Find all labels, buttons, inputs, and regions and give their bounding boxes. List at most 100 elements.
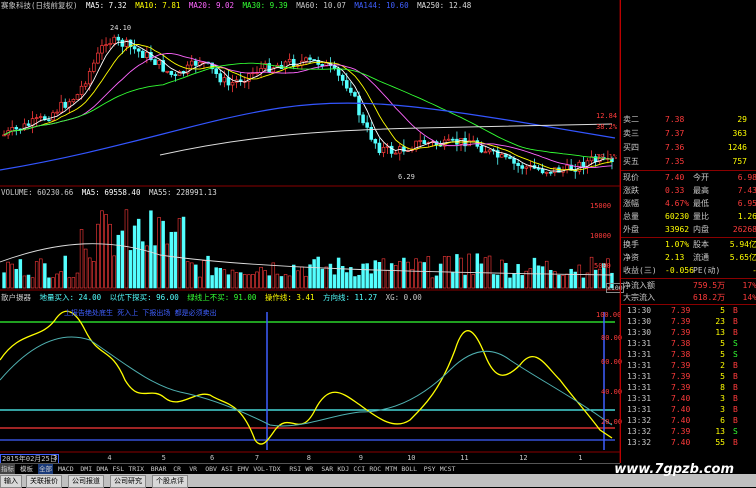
formula-tab[interactable]: MACD: [57, 464, 75, 474]
quote-stat-row: 涨跌 0.33 最高 7.43: [621, 185, 756, 196]
quote-ask-volume: 363: [732, 129, 747, 138]
formula-tab[interactable]: ROC: [368, 464, 382, 474]
volume-bar: [438, 263, 443, 289]
formula-tab[interactable]: WR: [304, 464, 314, 474]
volume-bar: [332, 274, 337, 289]
formula-tab[interactable]: DMA: [95, 464, 109, 474]
formula-tab[interactable]: PSY: [423, 464, 437, 474]
indicator-axis-80: 80.00: [601, 334, 623, 342]
volume-bar: [455, 254, 459, 289]
month-label: 10: [407, 454, 416, 462]
volume-bar: [157, 217, 161, 289]
bottom-tab[interactable]: 公司报道: [68, 475, 104, 488]
quote-separator: [621, 237, 756, 238]
formula-tab[interactable]: MCST: [439, 464, 457, 474]
bottom-tab[interactable]: 关联报价: [26, 475, 62, 488]
candle-body: [451, 138, 455, 141]
formula-tab[interactable]: SAR: [320, 464, 334, 474]
main-chart[interactable]: [0, 0, 620, 487]
volume-bar: [238, 272, 243, 289]
indicator-param-b: 以优下探买: 96.00: [109, 293, 179, 302]
formula-tab[interactable]: 指标: [0, 464, 15, 474]
volume-bar: [349, 267, 353, 289]
quote-ask-row: 卖三 7.37 363: [621, 128, 756, 139]
bottom-tab[interactable]: 个股点评: [152, 475, 188, 488]
formula-tab[interactable]: 模板: [19, 464, 34, 474]
tick-side: S: [733, 427, 738, 436]
volume-bar: [267, 275, 271, 289]
volume-bar: [112, 255, 116, 289]
formula-tab[interactable]: TRIX: [127, 464, 145, 474]
volume-bar: [589, 256, 594, 289]
month-label: 3: [53, 454, 58, 462]
volume-bar: [283, 274, 288, 289]
volume-bar: [189, 262, 194, 289]
formula-tab[interactable]: ASI: [220, 464, 234, 474]
candle-body: [344, 80, 349, 89]
tick-side: B: [733, 383, 738, 392]
volume-bar: [128, 250, 133, 289]
formula-tab[interactable]: DMI: [79, 464, 93, 474]
volume-bar: [361, 263, 365, 289]
volume-bar: [467, 253, 471, 289]
volume-bar: [6, 261, 10, 289]
formula-tab[interactable]: BOLL: [400, 464, 418, 474]
volume-bar: [218, 268, 223, 289]
volume-bar: [544, 260, 549, 289]
volume-bar: [259, 266, 263, 289]
volume-bar: [226, 274, 231, 289]
candle-body: [361, 114, 365, 124]
formula-tab[interactable]: BRAR: [150, 464, 168, 474]
quote-stat-label: 涨跌: [623, 186, 639, 195]
price-header: 赛象科技(日线前复权) MA5: 7.32 MA10: 7.81 MA20: 9…: [1, 1, 475, 11]
quote-flow-pct: 14%: [742, 293, 756, 302]
candle-body: [189, 60, 194, 66]
volume-bar: [67, 277, 72, 289]
formula-tab[interactable]: EMV: [236, 464, 250, 474]
candle-body: [483, 151, 488, 154]
quote-fund-label2: PE(动): [693, 266, 721, 275]
candle-body: [487, 149, 492, 153]
volume-bar: [304, 275, 308, 289]
indicator-param-d: 操作线: 3.41: [264, 293, 315, 302]
month-label: 6: [210, 454, 215, 462]
candle-body: [218, 73, 223, 83]
candle-body: [226, 77, 231, 86]
quote-fund-value2: -: [752, 265, 756, 276]
candle-body: [548, 171, 553, 174]
volume-bar: [136, 218, 141, 289]
tick-time: 13:31: [627, 361, 652, 370]
formula-tab[interactable]: 全部: [38, 464, 53, 474]
candle-body: [524, 166, 529, 169]
formula-tab[interactable]: VR: [188, 464, 198, 474]
volume-bar: [14, 268, 19, 289]
tick-row: 13:32 7.40 55 B: [621, 437, 756, 448]
volume-bar: [479, 263, 484, 289]
indicator-name: 散户摄器: [1, 293, 31, 302]
candle-body: [422, 140, 427, 144]
low-annotation: 6.29: [398, 173, 415, 181]
formula-tab[interactable]: FSL: [111, 464, 125, 474]
formula-tab[interactable]: MTM: [384, 464, 398, 474]
formula-tab[interactable]: CCI: [352, 464, 366, 474]
volume-bar: [471, 274, 475, 289]
candle-body: [87, 71, 92, 85]
volume-bar: [243, 274, 247, 289]
volume-bar: [161, 220, 165, 289]
formula-tab[interactable]: OBV: [204, 464, 218, 474]
formula-tab[interactable]: KDJ: [336, 464, 350, 474]
formula-tab[interactable]: RSI: [288, 464, 302, 474]
candle-body: [96, 52, 100, 64]
formula-tab[interactable]: CR: [172, 464, 182, 474]
bottom-tab[interactable]: 公司研究: [110, 475, 146, 488]
ma10-value: MA10: 7.81: [135, 1, 181, 10]
quote-flow-row: 净流入额 759.5万 17%: [621, 280, 756, 291]
volume-bar: [385, 269, 390, 289]
candle-body: [100, 45, 104, 54]
quote-ask-volume: 757: [732, 157, 747, 166]
formula-tab[interactable]: VOL-TDX: [252, 464, 281, 474]
volume-bar: [287, 275, 292, 289]
volume-bar: [585, 272, 590, 289]
quote-fund-label2: 流通: [693, 253, 709, 262]
bottom-tab[interactable]: 输入: [0, 475, 22, 488]
